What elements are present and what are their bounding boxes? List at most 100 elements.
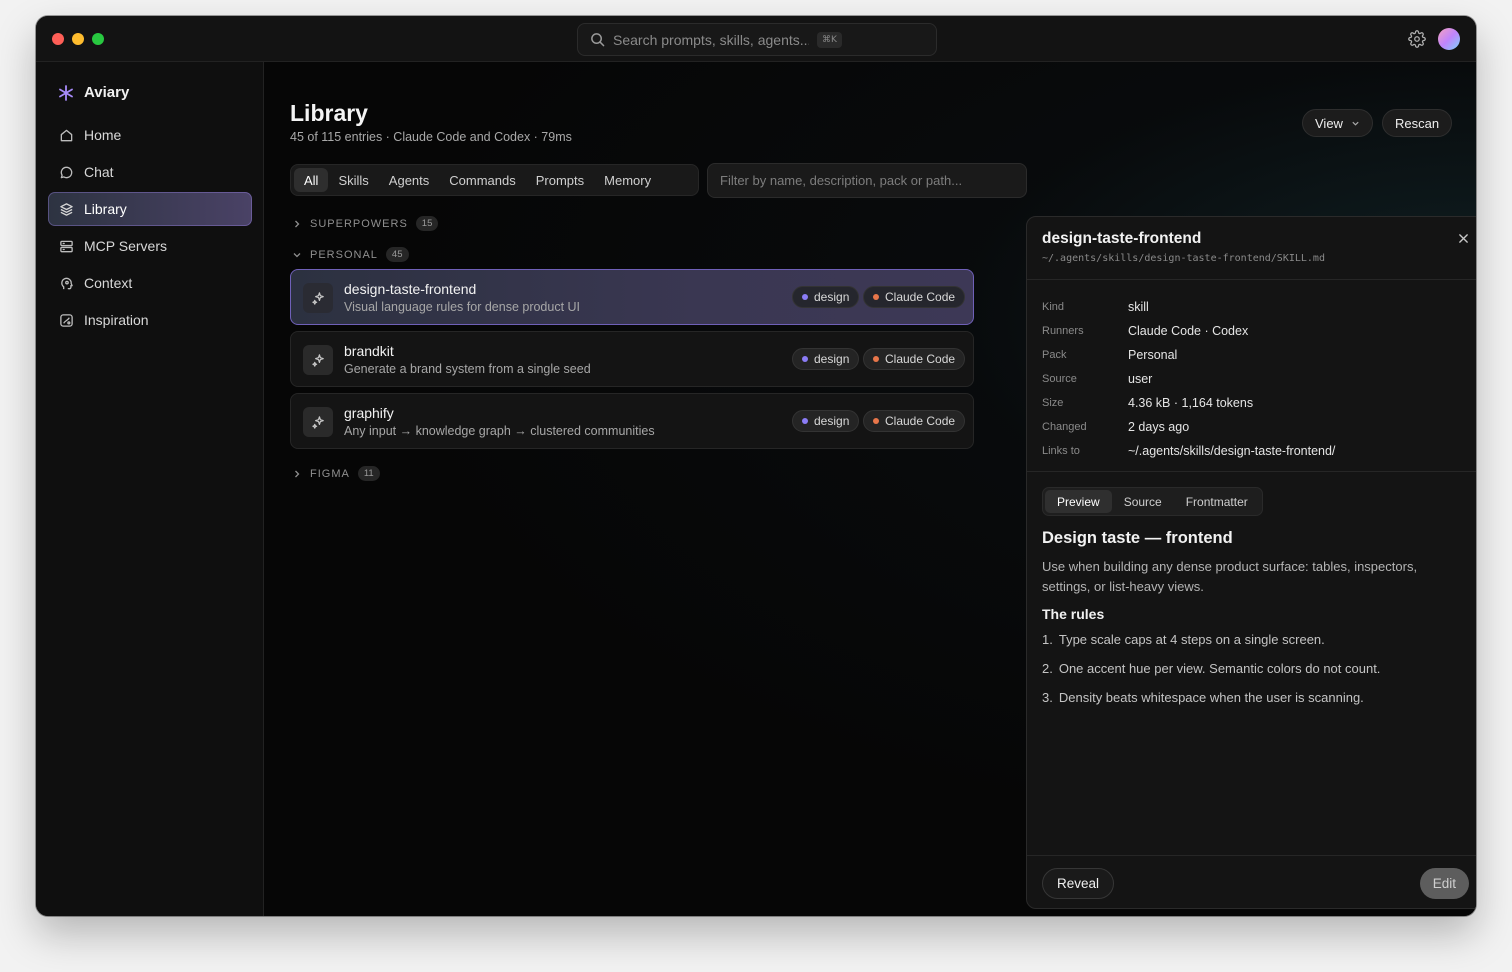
sidebar-item-label: Library (84, 201, 127, 217)
entry-name: graphify (344, 405, 394, 421)
search-shortcut-badge: ⌘K (817, 31, 842, 48)
tag-badge: Claude Code (863, 286, 966, 308)
entry-description: Any input → knowledge graph → clustered … (344, 424, 655, 438)
sidebar: Aviary Home Chat Library MCP Servers Con… (36, 62, 264, 916)
chevron-down-icon (1352, 121, 1359, 126)
main-content: Library 45 of 115 entries · Claude Code … (264, 62, 1476, 916)
doc-intro: Use when building any dense product surf… (1042, 559, 1418, 594)
group-name: PERSONAL (310, 248, 378, 261)
group-header-figma[interactable]: FIGMA 11 (292, 466, 380, 481)
sidebar-nav: Home Chat Library MCP Servers Context In… (48, 118, 252, 340)
maximize-window-button[interactable] (92, 33, 104, 45)
list-item[interactable]: graphify Any input → knowledge graph → c… (290, 393, 974, 449)
sidebar-item-library[interactable]: Library (48, 192, 252, 226)
sidebar-item-chat[interactable]: Chat (48, 155, 252, 189)
sidebar-item-home[interactable]: Home (48, 118, 252, 152)
app-window: ⌘K Aviary Home Chat Library (36, 16, 1476, 916)
tab-memory[interactable]: Memory (594, 168, 661, 192)
chevron-right-icon (295, 220, 300, 227)
doc-subheading: The rules (1042, 606, 1105, 622)
tab-frontmatter[interactable]: Frontmatter (1174, 490, 1260, 513)
group-count-badge: 15 (415, 216, 439, 231)
tab-prompts[interactable]: Prompts (526, 168, 594, 192)
tab-source[interactable]: Source (1112, 490, 1174, 513)
gear-icon[interactable] (1408, 30, 1426, 48)
page-title: Library (290, 100, 368, 126)
sidebar-item-label: Inspiration (84, 312, 149, 328)
sidebar-item-mcp-servers[interactable]: MCP Servers (48, 229, 252, 263)
group-header-personal[interactable]: PERSONAL 45 (292, 247, 409, 262)
minimize-window-button[interactable] (72, 33, 84, 45)
doc-rules-list: 1. Type scale caps at 4 steps on a single… (1042, 632, 1380, 719)
title-bar: ⌘K (36, 16, 1476, 62)
sidebar-item-label: MCP Servers (84, 238, 167, 254)
property-row: Pack Personal (1042, 348, 1178, 362)
list-item[interactable]: design-taste-frontend Visual language ru… (290, 269, 974, 325)
global-search[interactable]: ⌘K (577, 23, 937, 56)
inspector-footer: Reveal Edit (1027, 855, 1476, 908)
divider (1027, 471, 1476, 472)
head-icon (61, 277, 73, 289)
palette-icon (60, 313, 73, 327)
sparkle-icon (303, 407, 333, 437)
sidebar-item-label: Context (84, 275, 133, 291)
property-row: Changed 2 days ago (1042, 420, 1190, 434)
layers-icon (60, 202, 73, 216)
chevron-down-icon (293, 252, 301, 257)
tag-badge: design (792, 286, 860, 308)
rescan-button[interactable]: Rescan (1382, 109, 1453, 137)
tab-all[interactable]: All (294, 168, 329, 192)
group-header-superpowers[interactable]: SUPERPOWERS 15 (292, 216, 439, 231)
doc-heading: Design taste — frontend (1042, 529, 1233, 547)
entry-name: design-taste-frontend (344, 281, 477, 297)
list-item: 1. Type scale caps at 4 steps on a single… (1042, 632, 1325, 647)
list-item[interactable]: brandkit Generate a brand system from a … (290, 331, 974, 387)
sidebar-item-inspiration[interactable]: Inspiration (48, 303, 252, 337)
tab-commands[interactable]: Commands (439, 168, 525, 192)
chat-icon (60, 166, 73, 178)
home-icon (60, 129, 73, 141)
property-row: Runners Claude Code · Codex (1042, 324, 1249, 338)
property-row: Source user (1042, 372, 1153, 386)
close-window-button[interactable] (52, 33, 64, 45)
view-button-label: View (1315, 115, 1343, 131)
group-name: FIGMA (310, 467, 350, 480)
property-row: Links to ~/.agents/skills/design-taste-fr… (1042, 444, 1336, 458)
entry-name: brandkit (344, 343, 394, 359)
tag-badge: design (792, 348, 860, 370)
inspector-view-tabs: Preview Source Frontmatter (1042, 487, 1263, 516)
inspector-panel: design-taste-frontend ~/.agents/skills/d… (1026, 216, 1476, 909)
tab-agents[interactable]: Agents (379, 168, 439, 192)
tag-badge: design (792, 410, 860, 432)
asterisk-logo-icon (59, 84, 73, 101)
sidebar-item-label: Chat (84, 164, 114, 180)
sidebar-item-context[interactable]: Context (48, 266, 252, 300)
group-name: SUPERPOWERS (310, 217, 408, 230)
chevron-right-icon (295, 470, 300, 477)
sparkle-icon (303, 345, 333, 375)
properties-list: Kind skill Runners Claude Code · Codex Pac… (1042, 295, 1335, 463)
property-row: Size 4.36 kB · 1,164 tokens (1042, 396, 1254, 410)
property-row: Kind skill (1042, 300, 1149, 314)
inspector-path: ~/.agents/skills/design-taste-frontend/S… (1042, 253, 1325, 264)
inspector-title: design-taste-frontend (1042, 230, 1202, 247)
tab-skills[interactable]: Skills (328, 168, 378, 192)
avatar[interactable] (1438, 28, 1460, 50)
filter-input[interactable] (707, 163, 1027, 198)
entry-description: Generate a brand system from a single se… (344, 362, 591, 376)
edit-button[interactable]: Edit (1419, 868, 1469, 899)
list-item: 2. One accent hue per view. Semantic colo… (1042, 661, 1381, 676)
close-icon[interactable] (1455, 230, 1471, 246)
entry-description: Visual language rules for dense product … (344, 300, 581, 314)
list-item: 3. Density beats whitespace when the user… (1042, 690, 1364, 705)
global-search-input[interactable] (613, 31, 809, 48)
tab-preview[interactable]: Preview (1045, 490, 1112, 513)
divider (1027, 279, 1476, 280)
tag-badge: Claude Code (863, 410, 966, 432)
view-button[interactable]: View (1302, 109, 1373, 137)
sidebar-item-label: Home (84, 127, 122, 143)
brand[interactable]: Aviary (58, 84, 129, 101)
reveal-button[interactable]: Reveal (1042, 868, 1115, 899)
search-icon (591, 33, 605, 47)
kind-filter-tabs: All Skills Agents Commands Prompts Memor… (290, 164, 699, 196)
